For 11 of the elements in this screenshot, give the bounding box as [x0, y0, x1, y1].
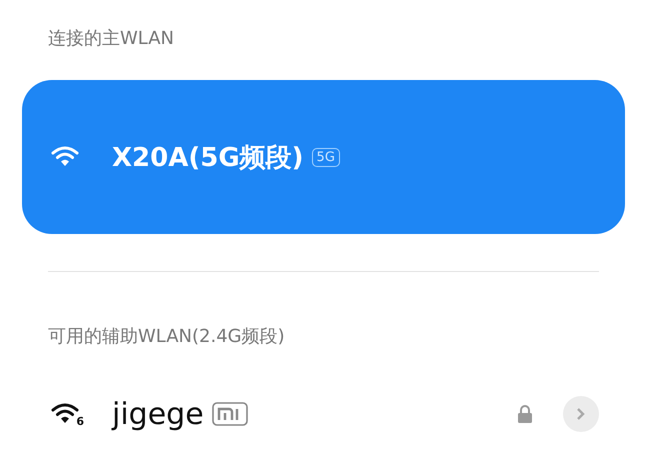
network-name: jigege: [112, 396, 204, 432]
band-badge: 5G: [312, 148, 340, 166]
section-title: 可用的辅助WLAN(2.4G频段): [48, 325, 285, 348]
network-card[interactable]: X20A(5G频段) 5G: [22, 80, 625, 234]
network-row[interactable]: 6 jigege: [22, 384, 625, 444]
logo-icon: [212, 402, 248, 426]
network-name: X20A(5G频段): [112, 142, 304, 174]
wifi-standard-label: 6: [76, 415, 84, 428]
chevron-icon: [576, 407, 586, 421]
details-button[interactable]: [563, 396, 599, 432]
section-title: 连接的主WLAN: [48, 27, 174, 50]
